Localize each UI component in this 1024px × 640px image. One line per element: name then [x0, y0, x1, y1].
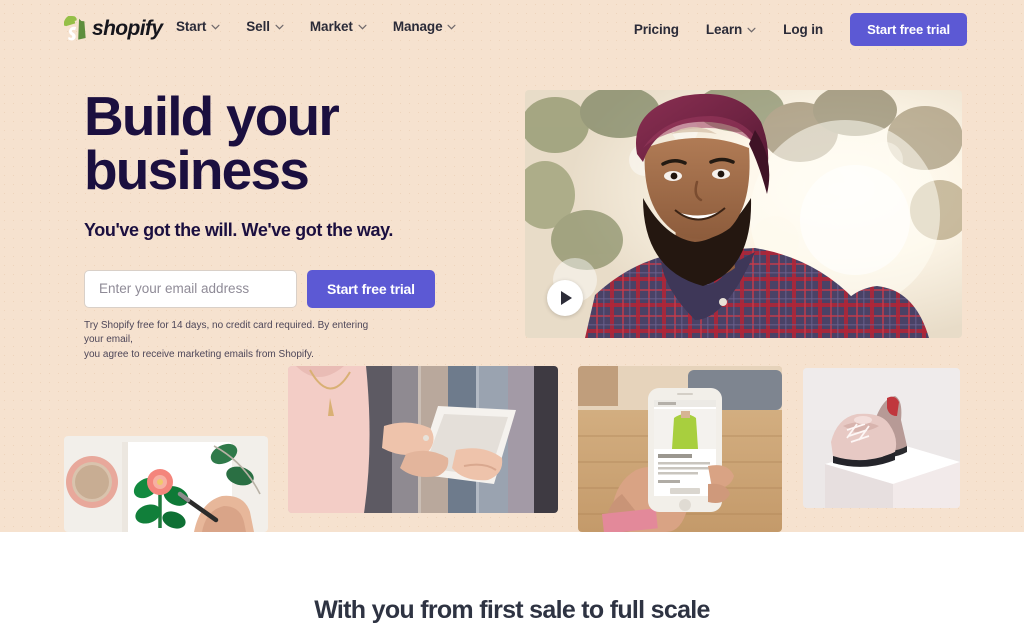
nav-item-sell[interactable]: Sell — [246, 19, 284, 34]
image-sketching-flower[interactable] — [64, 436, 268, 532]
signup-disclaimer: Try Shopify free for 14 days, no credit … — [84, 319, 384, 363]
nav-item-learn[interactable]: Learn — [706, 22, 756, 37]
nav-item-login[interactable]: Log in — [783, 22, 823, 37]
hero-start-free-trial-button[interactable]: Start free trial — [307, 269, 435, 308]
secondary-nav: Pricing Learn Log in Start free trial — [634, 13, 967, 46]
nav-item-manage-label: Manage — [392, 19, 443, 34]
nav-item-start-label: Start — [176, 19, 207, 34]
image-tablet-clothing-rack[interactable] — [288, 366, 558, 513]
chevron-down-icon — [447, 24, 457, 30]
nav-item-learn-label: Learn — [705, 22, 743, 37]
play-icon — [561, 291, 572, 305]
disclaimer-line-2: you agree to receive marketing emails fr… — [84, 348, 314, 360]
signup-form: Start free trial — [84, 269, 504, 308]
image-phone-online-store[interactable] — [578, 366, 782, 532]
shopify-wordmark: shopify — [92, 17, 163, 40]
image-pink-shoes-pedestal[interactable] — [803, 368, 960, 508]
nav-item-manage[interactable]: Manage — [393, 19, 457, 34]
page-title: Build your business — [84, 89, 504, 201]
chevron-down-icon — [747, 27, 756, 33]
image-tablet-clothing-rack-graphic — [288, 366, 558, 513]
header-start-free-trial-button[interactable]: Start free trial — [850, 13, 967, 46]
play-button[interactable] — [547, 280, 583, 316]
email-input[interactable] — [84, 269, 297, 308]
chevron-down-icon — [275, 24, 284, 30]
nav-item-sell-label: Sell — [246, 19, 270, 34]
chevron-down-icon — [358, 24, 367, 30]
hero-video-image — [525, 90, 962, 338]
primary-nav: Start Sell Market Manage — [176, 19, 457, 34]
nav-item-start[interactable]: Start — [176, 19, 220, 34]
shopify-logo[interactable]: shopify — [64, 16, 163, 42]
hero-subtitle: You've got the will. We've got the way. — [84, 219, 394, 240]
shopify-bag-icon — [64, 16, 86, 41]
disclaimer-line-1: Try Shopify free for 14 days, no credit … — [84, 319, 369, 346]
hero-content: Build your business You've got the will.… — [84, 89, 504, 363]
nav-item-pricing-label: Pricing — [633, 22, 679, 37]
hero-section: shopify Start Sell Market Manage Pricing… — [0, 0, 1024, 532]
nav-item-pricing[interactable]: Pricing — [634, 22, 679, 37]
nav-item-market[interactable]: Market — [310, 19, 367, 34]
hero-video-thumbnail[interactable] — [525, 90, 962, 338]
site-header: shopify Start Sell Market Manage Pricing… — [0, 0, 1024, 57]
image-sketching-flower-graphic — [64, 436, 268, 532]
image-phone-online-store-graphic — [578, 366, 782, 532]
hero-title-line-1: Build your — [84, 85, 340, 147]
nav-item-login-label: Log in — [783, 22, 824, 37]
value-prop-section: With you from first sale to full scale — [0, 532, 1024, 640]
section-heading: With you from first sale to full scale — [314, 596, 710, 624]
image-pink-shoes-pedestal-graphic — [803, 368, 960, 508]
chevron-down-icon — [211, 24, 220, 30]
hero-title-line-2: business — [84, 138, 310, 201]
nav-item-market-label: Market — [309, 19, 353, 34]
